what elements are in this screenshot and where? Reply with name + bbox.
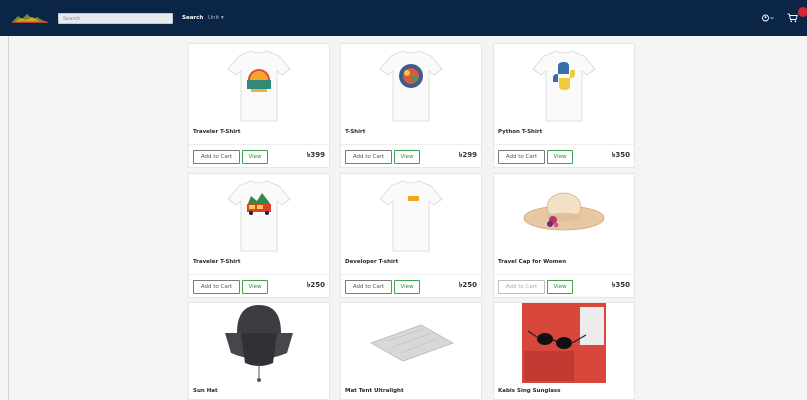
- product-title[interactable]: Sun Hat: [193, 388, 218, 394]
- product-image[interactable]: [189, 174, 329, 256]
- product-price: ৳250: [306, 281, 325, 289]
- product-card: Developer T-shirt Add to Cart View ৳250: [340, 173, 482, 298]
- brand-logo[interactable]: [12, 13, 48, 23]
- product-image[interactable]: [189, 303, 329, 385]
- product-image[interactable]: [341, 44, 481, 126]
- product-title[interactable]: Travel Cap for Women: [498, 259, 566, 265]
- product-image[interactable]: [341, 303, 481, 385]
- product-card: Traveler T-Shirt Add to Cart View ৳250: [188, 173, 330, 298]
- user-menu-icon[interactable]: [762, 14, 774, 22]
- add-to-cart-button[interactable]: Add to Cart: [498, 280, 545, 294]
- add-to-cart-button[interactable]: Add to Cart: [193, 150, 240, 164]
- card-divider: [494, 144, 634, 145]
- product-image[interactable]: [494, 303, 634, 385]
- view-button[interactable]: View: [394, 280, 420, 294]
- product-image[interactable]: [341, 174, 481, 256]
- product-title[interactable]: T-Shirt: [345, 129, 365, 135]
- product-title[interactable]: Kabis Sing Sunglass: [498, 388, 560, 394]
- card-divider: [189, 144, 329, 145]
- add-to-cart-button[interactable]: Add to Cart: [193, 280, 240, 294]
- product-price: ৳350: [611, 281, 630, 289]
- add-to-cart-button[interactable]: Add to Cart: [345, 150, 392, 164]
- product-title[interactable]: Traveler T-Shirt: [193, 129, 240, 135]
- product-title[interactable]: Traveler T-Shirt: [193, 259, 240, 265]
- product-card: Sun Hat: [188, 302, 330, 400]
- product-card: Python T-Shirt Add to Cart View ৳350: [493, 43, 635, 168]
- card-divider: [189, 274, 329, 275]
- product-title[interactable]: Mat Tent Ultralight: [345, 388, 404, 394]
- product-price: ৳350: [611, 151, 630, 159]
- product-image[interactable]: [494, 44, 634, 126]
- product-image[interactable]: [494, 174, 634, 256]
- product-card: Mat Tent Ultralight: [340, 302, 482, 400]
- view-button[interactable]: View: [242, 280, 268, 294]
- card-divider: [494, 274, 634, 275]
- view-button[interactable]: View: [547, 280, 573, 294]
- view-button[interactable]: View: [547, 150, 573, 164]
- card-divider: [341, 144, 481, 145]
- product-price: ৳299: [458, 151, 477, 159]
- unit-dropdown[interactable]: Unit ▾: [208, 15, 224, 21]
- product-price: ৳250: [458, 281, 477, 289]
- product-price: ৳399: [306, 151, 325, 159]
- search-link[interactable]: Search: [182, 15, 203, 21]
- card-divider: [341, 274, 481, 275]
- product-title[interactable]: Developer T-shirt: [345, 259, 398, 265]
- add-to-cart-button[interactable]: Add to Cart: [345, 280, 392, 294]
- product-image[interactable]: [189, 44, 329, 126]
- page-left-border: [8, 36, 9, 400]
- top-navbar: Search Unit ▾: [0, 0, 807, 36]
- product-card: Kabis Sing Sunglass: [493, 302, 635, 400]
- cart-icon[interactable]: [787, 13, 798, 23]
- product-card: Traveler T-Shirt Add to Cart View ৳399: [188, 43, 330, 168]
- product-card: T-Shirt Add to Cart View ৳299: [340, 43, 482, 168]
- cart-count-badge[interactable]: [798, 7, 807, 17]
- add-to-cart-button[interactable]: Add to Cart: [498, 150, 545, 164]
- search-input[interactable]: [58, 13, 173, 24]
- view-button[interactable]: View: [394, 150, 420, 164]
- product-card: Travel Cap for Women Add to Cart View ৳3…: [493, 173, 635, 298]
- product-title[interactable]: Python T-Shirt: [498, 129, 542, 135]
- view-button[interactable]: View: [242, 150, 268, 164]
